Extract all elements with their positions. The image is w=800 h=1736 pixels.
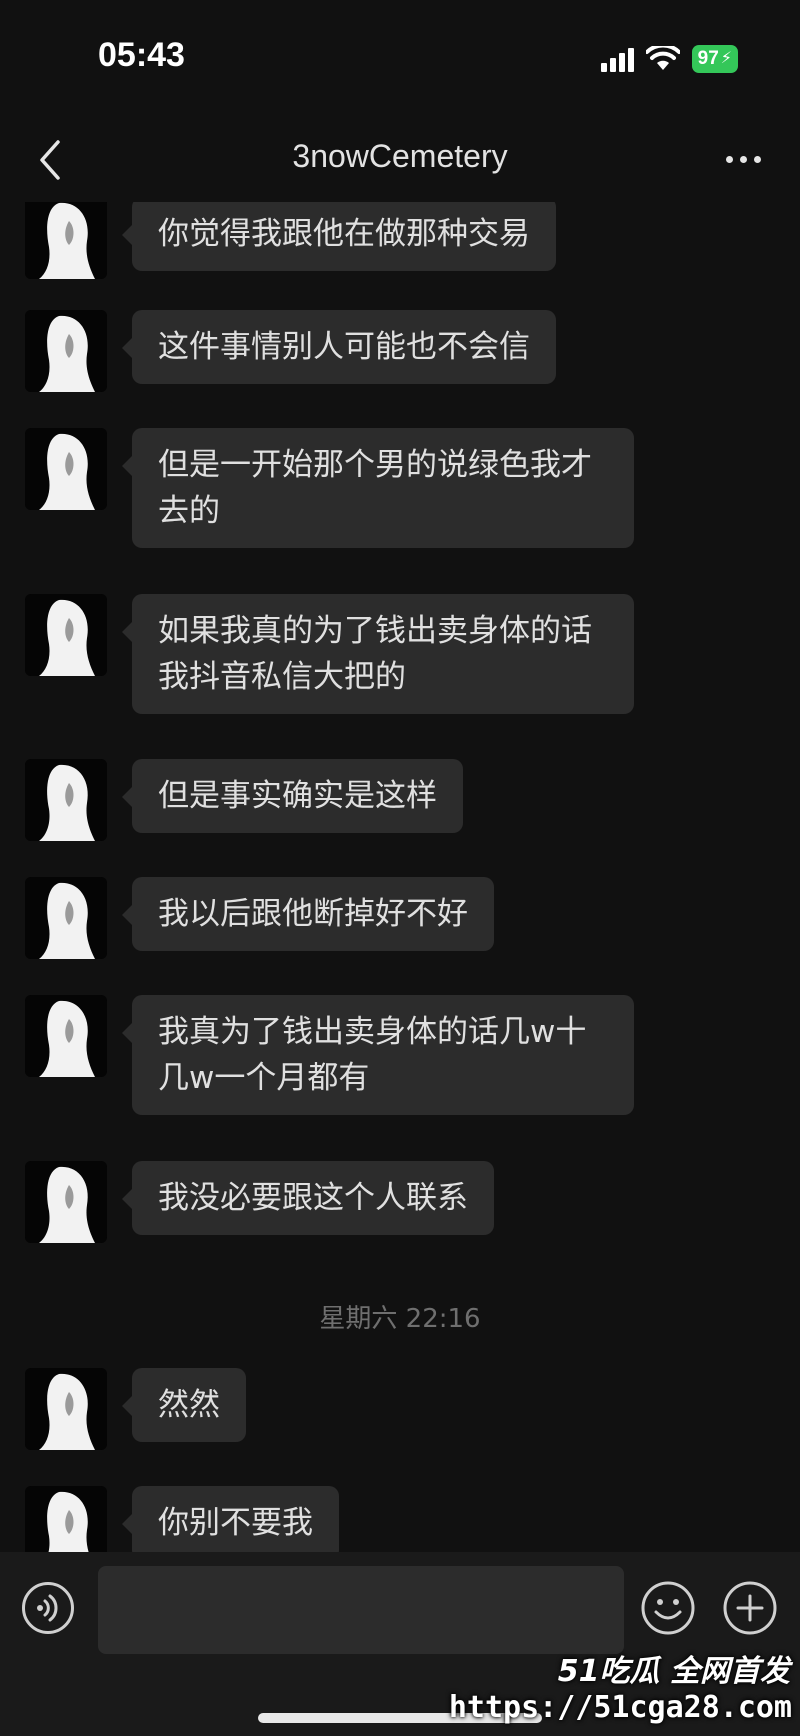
battery-level: 97 (697, 48, 719, 69)
message-bubble[interactable]: 但是事实确实是这样 (122, 759, 463, 833)
plus-icon[interactable] (722, 1580, 778, 1636)
avatar[interactable] (25, 1161, 107, 1243)
more-dots-icon[interactable] (726, 144, 770, 174)
chat-title: 3nowCemetery (292, 138, 508, 174)
status-icons: 97 ⚡ (600, 42, 738, 76)
avatar[interactable] (25, 310, 107, 392)
watermark-url: https://51cga28.com (448, 1690, 792, 1725)
message-bubble[interactable]: 我真为了钱出卖身体的话几w十几w一个月都有 (122, 995, 634, 1115)
battery-charging-icon: 97 ⚡ (691, 45, 738, 73)
emoji-icon[interactable] (640, 1580, 696, 1636)
message-bubble[interactable]: 我以后跟他断掉好不好 (122, 877, 494, 951)
message-bubble[interactable]: 你别不要我 (122, 1486, 339, 1552)
avatar[interactable] (25, 995, 107, 1077)
voice-icon[interactable] (22, 1582, 74, 1634)
avatar[interactable] (25, 594, 107, 676)
nav-bar: 3nowCemetery (0, 118, 800, 202)
avatar[interactable] (25, 877, 107, 959)
signal-icon (600, 46, 634, 72)
message-bubble[interactable]: 如果我真的为了钱出卖身体的话我抖音私信大把的 (122, 594, 634, 714)
status-time: 05:43 (98, 36, 185, 74)
message-input[interactable] (98, 1566, 624, 1654)
message-bubble[interactable]: 但是一开始那个男的说绿色我才去的 (122, 428, 634, 548)
status-bar: 05:43 97 ⚡ (0, 0, 800, 118)
avatar[interactable] (25, 759, 107, 841)
avatar[interactable] (25, 1486, 107, 1552)
watermark-brand: 51吃瓜 全网首发 (557, 1654, 790, 1689)
message-bubble[interactable]: 这件事情别人可能也不会信 (122, 310, 556, 384)
chat-timestamp: 星期六 22:16 (319, 1304, 481, 1334)
message-bubble[interactable]: 我没必要跟这个人联系 (122, 1161, 494, 1235)
message-bubble[interactable]: 然然 (122, 1368, 246, 1442)
message-bubble[interactable]: 你觉得我跟他在做那种交易 (122, 202, 556, 271)
avatar[interactable] (25, 428, 107, 510)
wifi-icon (645, 46, 680, 70)
avatar[interactable] (25, 1368, 107, 1450)
avatar[interactable] (25, 202, 107, 279)
message-list[interactable]: 你觉得我跟他在做那种交易 这件事情别人可能也不会信 但是一开始那个男的说绿色我才… (0, 202, 800, 1552)
